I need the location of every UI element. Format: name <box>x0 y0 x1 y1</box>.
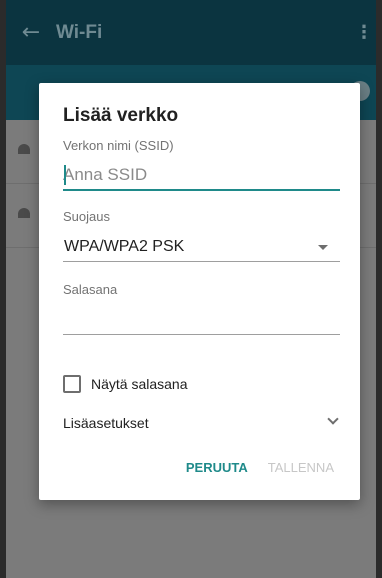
password-label: Salasana <box>63 282 118 297</box>
security-label: Suojaus <box>63 209 110 224</box>
add-network-dialog: Lisää verkko Verkon nimi (SSID) Suojaus … <box>39 83 360 500</box>
app-title: Wi-Fi <box>56 21 103 43</box>
advanced-options-label: Lisäasetukset <box>63 415 149 431</box>
show-password-checkbox[interactable] <box>63 375 81 393</box>
text-cursor <box>64 165 66 185</box>
ssid-label: Verkon nimi (SSID) <box>63 138 174 153</box>
arrow-back-icon[interactable]: ← <box>6 20 56 45</box>
security-select[interactable]: WPA/WPA2 PSK <box>63 230 340 262</box>
advanced-options-row[interactable]: Lisäasetukset <box>63 413 340 433</box>
save-button[interactable]: TALLENNA <box>266 456 336 479</box>
show-password-label: Näytä salasana <box>91 376 188 392</box>
dialog-title: Lisää verkko <box>63 105 179 126</box>
cancel-button[interactable]: PERUUTA <box>184 456 250 479</box>
security-value: WPA/WPA2 PSK <box>64 238 185 255</box>
chevron-down-icon[interactable] <box>327 413 339 425</box>
ssid-input[interactable] <box>63 161 340 191</box>
wifi-signal-icon <box>18 144 30 154</box>
app-bar: ← Wi-Fi ⋮ <box>6 0 376 65</box>
more-vert-icon[interactable]: ⋮ <box>352 22 376 43</box>
show-password-row[interactable]: Näytä salasana <box>63 375 188 393</box>
wifi-signal-icon <box>18 208 30 218</box>
password-input[interactable] <box>63 305 340 335</box>
caret-down-icon <box>318 245 328 250</box>
dialog-actions: PERUUTA TALLENNA <box>184 456 336 479</box>
